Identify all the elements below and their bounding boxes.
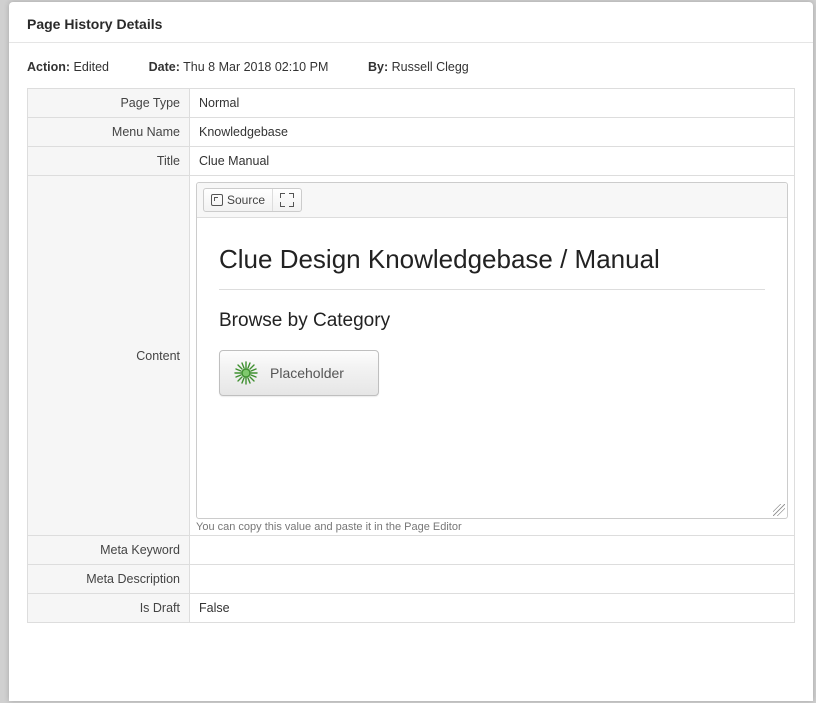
table-row: Page Type Normal (28, 89, 795, 118)
content-heading-2: Browse by Category (219, 310, 765, 332)
source-icon (211, 194, 223, 206)
meta-description-value (190, 565, 795, 594)
maximize-icon (280, 193, 294, 207)
source-button[interactable]: Source (204, 189, 272, 211)
content-label: Content (28, 176, 190, 536)
meta-action-label: Action: (27, 60, 70, 74)
table-row: Is Draft False (28, 594, 795, 623)
placeholder-button[interactable]: Placeholder (219, 350, 379, 396)
page-history-dialog: Page History Details Action: Edited Date… (9, 2, 813, 701)
starburst-icon (234, 361, 258, 385)
is-draft-label: Is Draft (28, 594, 190, 623)
table-row: Meta Keyword (28, 536, 795, 565)
meta-action-value: Edited (74, 60, 109, 74)
menu-name-value: Knowledgebase (190, 118, 795, 147)
title-label: Title (28, 147, 190, 176)
meta-keyword-value (190, 536, 795, 565)
content-cell: Source Clue Design Knowledgebase / Manua… (190, 176, 795, 536)
resize-handle[interactable] (773, 504, 785, 516)
is-draft-value: False (190, 594, 795, 623)
meta-bar: Action: Edited Date: Thu 8 Mar 2018 02:1… (9, 43, 813, 88)
content-hint: You can copy this value and paste it in … (196, 521, 788, 533)
meta-by-value: Russell Clegg (392, 60, 469, 74)
meta-date-label: Date: (149, 60, 180, 74)
source-button-label: Source (227, 193, 265, 207)
title-value: Clue Manual (190, 147, 795, 176)
meta-keyword-label: Meta Keyword (28, 536, 190, 565)
meta-action: Action: Edited (27, 60, 109, 74)
toolbar-group: Source (203, 188, 302, 212)
content-heading-1: Clue Design Knowledgebase / Manual (219, 244, 765, 275)
editor-body[interactable]: Clue Design Knowledgebase / Manual Brows… (197, 218, 787, 518)
meta-by: By: Russell Clegg (368, 60, 469, 74)
dialog-header: Page History Details (9, 2, 813, 43)
menu-name-label: Menu Name (28, 118, 190, 147)
meta-description-label: Meta Description (28, 565, 190, 594)
maximize-button[interactable] (272, 189, 301, 211)
table-row: Title Clue Manual (28, 147, 795, 176)
content-editor: Source Clue Design Knowledgebase / Manua… (196, 182, 788, 519)
content-divider (219, 289, 765, 290)
editor-toolbar: Source (197, 183, 787, 218)
page-type-value: Normal (190, 89, 795, 118)
meta-by-label: By: (368, 60, 388, 74)
dialog-title: Page History Details (27, 16, 162, 32)
placeholder-button-label: Placeholder (270, 365, 344, 381)
table-row: Menu Name Knowledgebase (28, 118, 795, 147)
table-row: Meta Description (28, 565, 795, 594)
table-row: Content Source (28, 176, 795, 536)
page-type-label: Page Type (28, 89, 190, 118)
meta-date: Date: Thu 8 Mar 2018 02:10 PM (149, 60, 329, 74)
details-table: Page Type Normal Menu Name Knowledgebase… (27, 88, 795, 623)
meta-date-value: Thu 8 Mar 2018 02:10 PM (183, 60, 328, 74)
